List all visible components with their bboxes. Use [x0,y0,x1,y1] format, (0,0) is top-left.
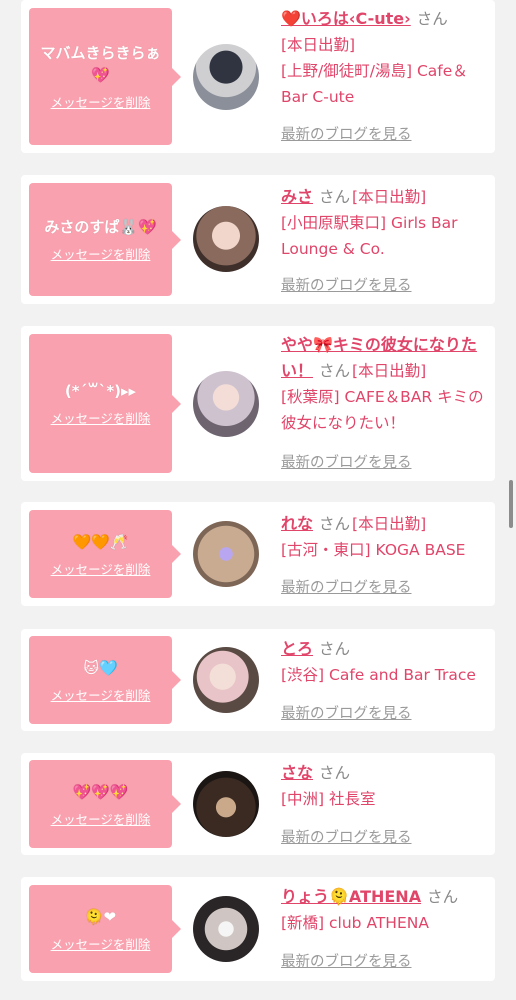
user-name-link[interactable]: ❤️いろは‹C-ute› [281,9,411,28]
shop-text: [古河・東口] KOGA BASE [281,541,466,559]
avatar[interactable] [193,371,259,437]
shop-text: [渋谷] Cafe and Bar Trace [281,666,476,684]
entry-info: れな さん [本日出勤] [古河・東口] KOGA BASE [281,511,489,563]
shop-text: [新橋] club ATHENA [281,914,429,932]
message-card: 🧡🧡🥂 メッセージを削除 れな さん [本日出勤] [古河・東口] KOGA BAS… [21,502,495,606]
honorific: さん [427,888,459,906]
message-text: 🧡🧡🥂 [72,532,129,551]
message-text: 🫠❤ [84,907,117,926]
message-text: 🐱🩵 [83,658,118,677]
entry-info: やや🎀キミの彼女になりたい！ さん [本日出勤] [秋葉原] CAFE＆BAR キミ… [281,332,489,436]
user-name-link[interactable]: とろ [281,639,313,658]
message-text: マバムきらきらぁ💖 [40,44,161,84]
avatar[interactable] [193,44,259,110]
user-name-link[interactable]: さな [281,763,313,782]
delete-message-link[interactable]: メッセージを削除 [51,685,151,704]
status-text: [本日出勤] [352,188,427,206]
message-card: みさのすぱ🐰💖 メッセージを削除 みさ さん [本日出勤] [小田原駅東口] Gir… [21,175,495,304]
latest-blog-link[interactable]: 最新のブログを見る [281,826,412,847]
avatar[interactable] [193,771,259,837]
user-name-link[interactable]: れな [281,514,313,533]
message-bubble: 💖💖💖 メッセージを削除 [29,760,181,848]
avatar[interactable] [193,521,259,587]
status-text: [本日出勤] [352,362,427,380]
shop-text: [中洲] 社長室 [281,790,376,808]
status-text: [本日出勤] [352,515,427,533]
message-card: (*´꒳`*)▸▸ メッセージを削除 やや🎀キミの彼女になりたい！ さん [本日出勤… [21,326,495,481]
delete-message-link[interactable]: メッセージを削除 [51,809,151,828]
honorific: さん [319,362,351,380]
shop-text: [上野/御徒町/湯島] Cafe＆Bar C-ute [281,62,468,106]
delete-message-link[interactable]: メッセージを削除 [51,244,151,263]
status-text: [本日出勤] [281,36,356,54]
delete-message-link[interactable]: メッセージを削除 [51,559,151,578]
shop-text: [小田原駅東口] Girls Bar Lounge & Co. [281,214,458,258]
entry-info: ❤️いろは‹C-ute› さん [本日出勤] [上野/御徒町/湯島] Cafe＆B… [281,6,489,110]
scrollbar[interactable] [509,480,513,528]
latest-blog-link[interactable]: 最新のブログを見る [281,576,412,597]
avatar[interactable] [193,647,259,713]
honorific: さん [319,515,351,533]
delete-message-link[interactable]: メッセージを削除 [51,934,151,953]
honorific: さん [416,10,448,28]
shop-text: [秋葉原] CAFE＆BAR キミの彼女になりたい！ [281,388,484,432]
avatar[interactable] [193,896,259,962]
latest-blog-link[interactable]: 最新のブログを見る [281,950,412,971]
latest-blog-link[interactable]: 最新のブログを見る [281,451,412,472]
honorific: さん [319,188,351,206]
latest-blog-link[interactable]: 最新のブログを見る [281,123,412,144]
message-text: 💖💖💖 [72,782,129,801]
entry-info: みさ さん [本日出勤] [小田原駅東口] Girls Bar Lounge & C… [281,184,489,262]
message-bubble: (*´꒳`*)▸▸ メッセージを削除 [29,334,181,473]
delete-message-link[interactable]: メッセージを削除 [51,408,151,427]
latest-blog-link[interactable]: 最新のブログを見る [281,274,412,295]
message-bubble: 🐱🩵 メッセージを削除 [29,636,181,724]
message-bubble: 🧡🧡🥂 メッセージを削除 [29,510,181,598]
honorific: さん [319,764,351,782]
latest-blog-link[interactable]: 最新のブログを見る [281,702,412,723]
user-name-link[interactable]: みさ [281,187,313,206]
message-card: 🐱🩵 メッセージを削除 とろ さん [渋谷] Cafe and Bar Trace… [21,629,495,731]
message-text: みさのすぱ🐰💖 [44,218,157,236]
delete-message-link[interactable]: メッセージを削除 [51,92,151,111]
message-card: マバムきらきらぁ💖 メッセージを削除 ❤️いろは‹C-ute› さん [本日出勤]… [21,0,495,153]
message-card: 🫠❤ メッセージを削除 りょう🫠ATHENA さん [新橋] club ATHEN… [21,877,495,981]
entry-info: とろ さん [渋谷] Cafe and Bar Trace [281,636,489,688]
message-bubble: みさのすぱ🐰💖 メッセージを削除 [29,183,181,296]
message-text: (*´꒳`*)▸▸ [64,382,137,400]
message-bubble: 🫠❤ メッセージを削除 [29,885,181,973]
honorific: さん [319,640,351,658]
message-bubble: マバムきらきらぁ💖 メッセージを削除 [29,8,181,145]
message-card: 💖💖💖 メッセージを削除 さな さん [中洲] 社長室 最新のブログを見る [21,753,495,855]
avatar[interactable] [193,206,259,272]
entry-info: さな さん [中洲] 社長室 [281,760,489,812]
user-name-link[interactable]: りょう🫠ATHENA [281,887,421,906]
entry-info: りょう🫠ATHENA さん [新橋] club ATHENA [281,884,489,936]
